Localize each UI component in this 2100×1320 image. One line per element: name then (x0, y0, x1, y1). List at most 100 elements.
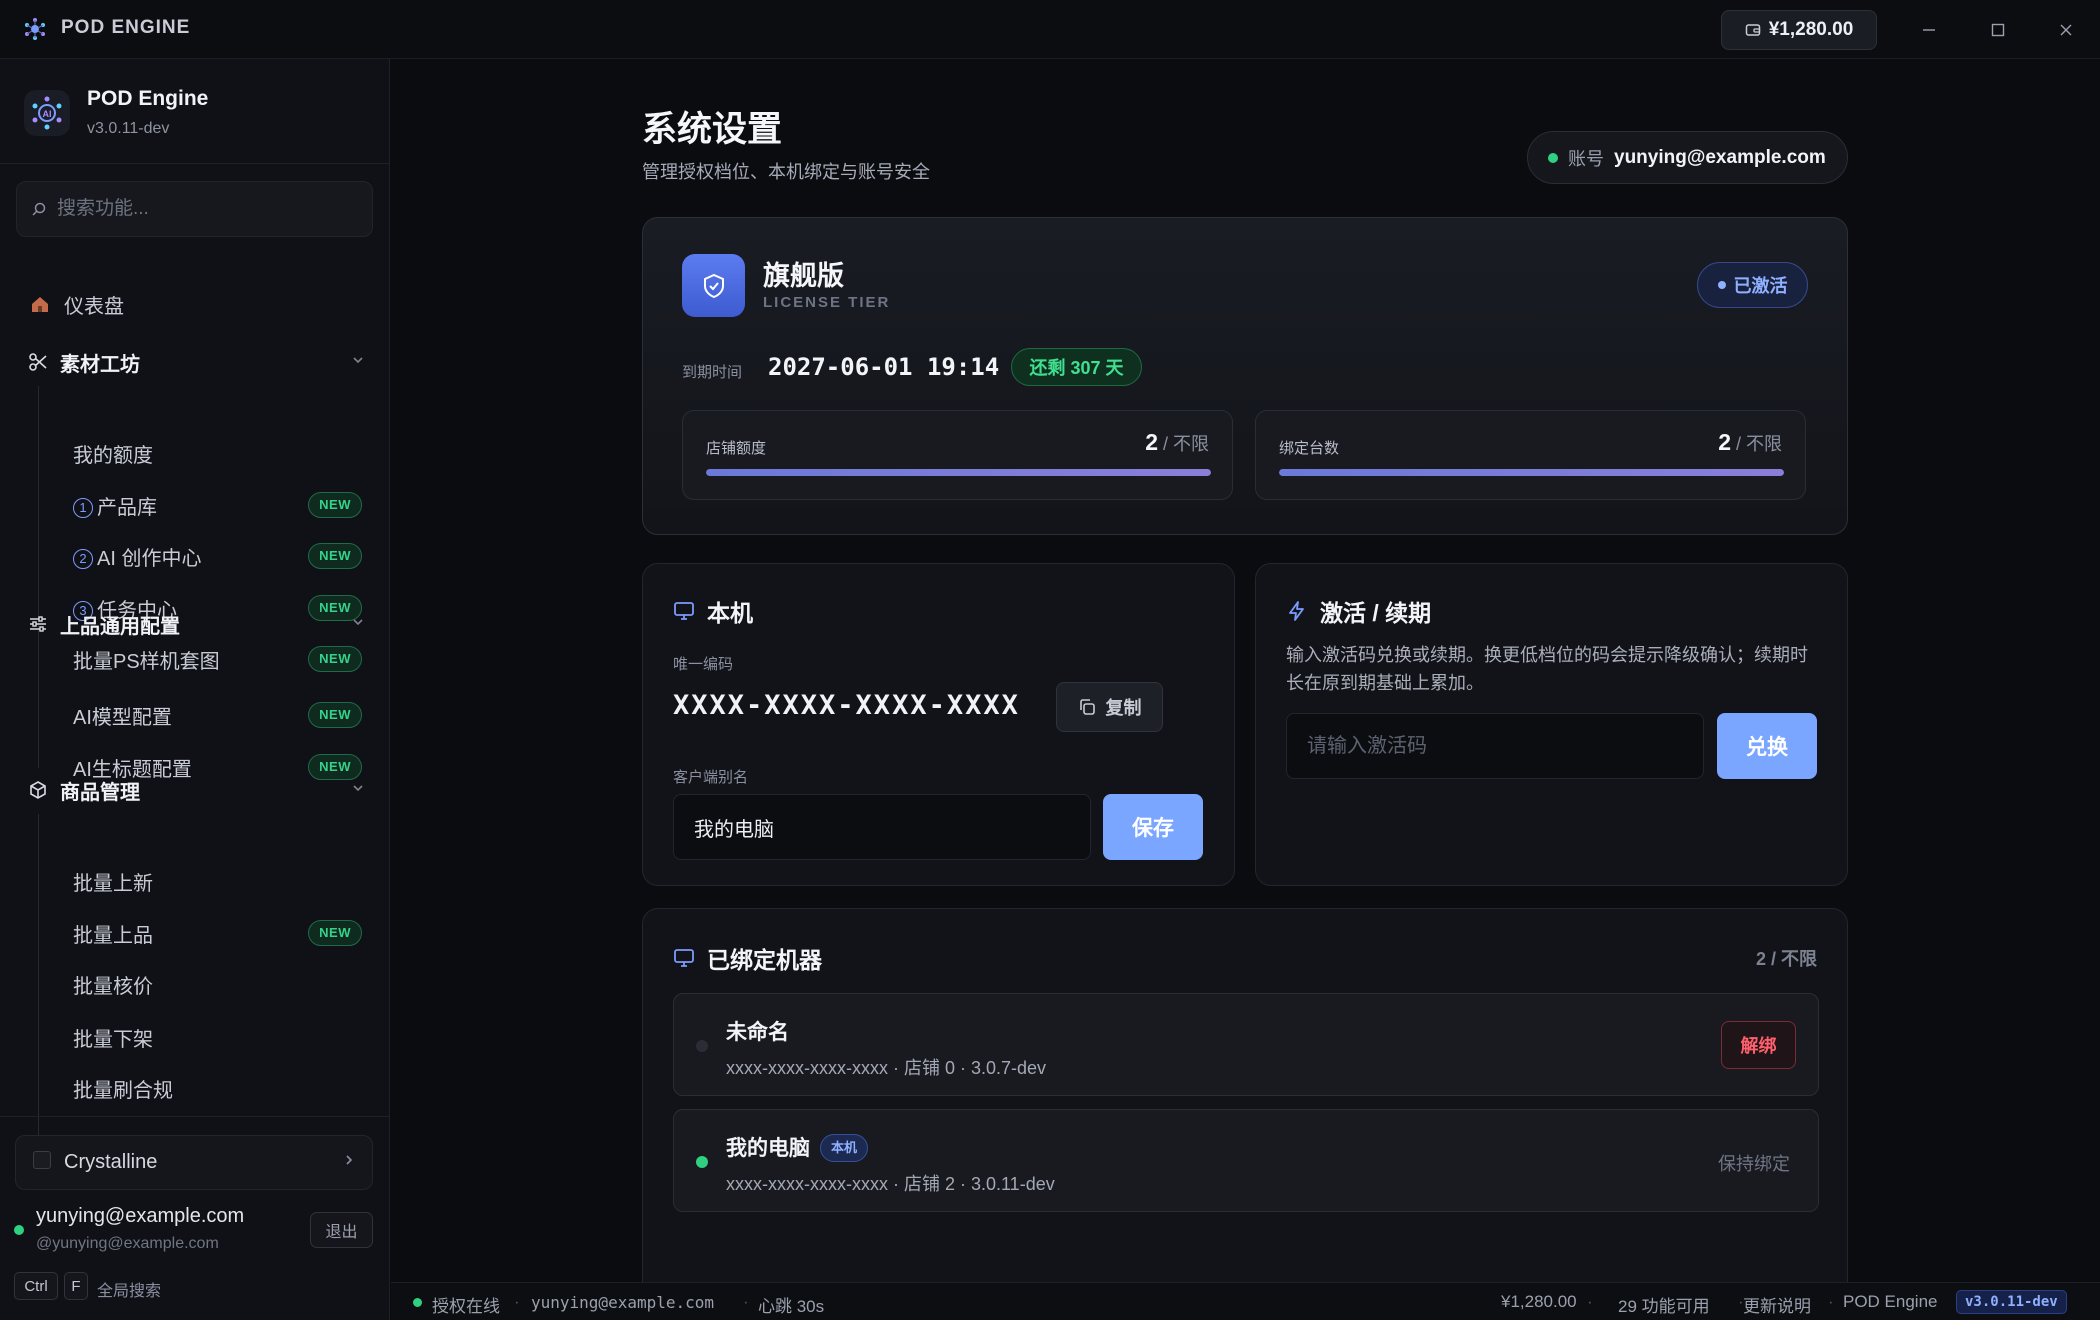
changelog-link[interactable]: 更新说明 (1743, 1292, 1811, 1317)
minimize-button[interactable] (1911, 12, 1947, 48)
tier-badge (682, 254, 745, 317)
quota-label: 店铺额度 (706, 440, 767, 457)
monitor-icon (674, 949, 694, 967)
scissors-icon (29, 353, 47, 371)
card-title: 激活 / 续期 (1320, 600, 1432, 626)
sidebar-item-label: 批量下架 (73, 1028, 153, 1051)
bound-count: 2 / 不限 (1755, 949, 1817, 969)
sidebar-item-label: 批量上新 (73, 872, 153, 895)
sidebar-brand: AI POD Engine v3.0.11-dev (0, 59, 390, 164)
sidebar-item-batch-compliance[interactable]: 批量刷合规 (0, 1066, 390, 1110)
activate-card: 激活 / 续期 输入激活码兑换或续期。换更低档位的码会提示降级确认；续期时长在原… (1255, 563, 1848, 886)
activate-description: 输入激活码兑换或续期。换更低档位的码会提示降级确认；续期时长在原到期基础上累加。 (1286, 645, 1808, 693)
search-input[interactable] (55, 197, 355, 221)
machine-code-label: 唯一编码 (673, 656, 734, 673)
balance-value: ¥1,280.00 (1768, 19, 1854, 40)
tier-subtitle: LICENSE TIER (763, 294, 891, 311)
bound-machines-card: 已绑定机器 2 / 不限 未命名 xxxx-xxxx-xxxx-xxxx · 店… (642, 908, 1848, 1291)
logout-button[interactable]: 退出 (310, 1212, 373, 1248)
online-status-dot (14, 1225, 24, 1235)
sidebar-group-label: 上品通用配置 (60, 615, 180, 638)
sidebar: AI POD Engine v3.0.11-dev 仪表盘 素材工坊 我的额度 … (0, 59, 390, 1320)
theme-name: Crystalline (64, 1151, 158, 1173)
sidebar-item-label: AI模型配置 (73, 706, 172, 729)
title-bar: POD ENGINE ¥1,280.00 (0, 0, 2100, 59)
machine-row: 未命名 xxxx-xxxx-xxxx-xxxx · 店铺 0 · 3.0.7-d… (673, 993, 1819, 1096)
account-pill: 账号 yunying@example.com (1527, 131, 1848, 184)
account-label: 账号 (1568, 148, 1604, 169)
sidebar-item-dashboard[interactable]: 仪表盘 (0, 282, 390, 326)
separator: · (743, 1292, 749, 1311)
sidebar-item-quota[interactable]: 我的额度 (0, 431, 390, 475)
sidebar-search[interactable] (16, 181, 373, 237)
sidebar-item-label: 批量刷合规 (73, 1079, 173, 1102)
copy-label: 复制 (1105, 698, 1142, 718)
status-app-name: POD Engine (1843, 1292, 1938, 1311)
account-value: yunying@example.com (1614, 146, 1826, 168)
sidebar-item-batch-listing[interactable]: 批量上品 NEW (0, 911, 390, 955)
offline-status-dot (696, 1040, 708, 1052)
sidebar-item-batch-delist[interactable]: 批量下架 (0, 1015, 390, 1059)
sidebar-item-batch-new[interactable]: 批量上新 (0, 859, 390, 903)
new-badge: NEW (308, 920, 362, 946)
separator: · (1828, 1292, 1834, 1311)
sidebar-group-general-config[interactable]: 上品通用配置 (0, 602, 390, 646)
sidebar-item-label: 我的额度 (73, 444, 153, 467)
lightning-icon (1289, 601, 1304, 621)
app-logo-icon (25, 18, 45, 40)
separator: · (1587, 1292, 1593, 1311)
theme-selector[interactable]: Crystalline (15, 1135, 373, 1190)
copy-button[interactable]: 复制 (1056, 682, 1163, 732)
brand-logo: AI (24, 90, 70, 136)
chevron-down-icon (353, 619, 363, 626)
sidebar-divider (0, 1116, 390, 1117)
card-title: 已绑定机器 (707, 947, 822, 973)
sidebar-group-product-management[interactable]: 商品管理 (0, 768, 390, 812)
sidebar-item-label: 批量核价 (73, 975, 153, 998)
user-handle: @yunying@example.com (36, 1235, 219, 1252)
heartbeat: 心跳 30s (758, 1297, 825, 1316)
quota-value: 2 / 不限 (1145, 429, 1209, 455)
online-status-dot (1548, 152, 1558, 163)
card-header: 本机 (673, 594, 753, 628)
new-badge: NEW (308, 543, 362, 569)
sidebar-group-assets[interactable]: 素材工坊 (0, 340, 390, 384)
sidebar-item-batch-pricing[interactable]: 批量核价 (0, 962, 390, 1006)
monitor-icon (674, 602, 694, 620)
activation-code-input[interactable] (1286, 713, 1704, 779)
sidebar-item-ai-studio[interactable]: 2 AI 创作中心 NEW (0, 534, 390, 578)
license-tier-card: 旗舰版 LICENSE TIER 已激活 到期时间 2027-06-01 19:… (642, 217, 1848, 535)
save-button[interactable]: 保存 (1103, 794, 1203, 860)
search-icon (32, 202, 46, 216)
unbind-button[interactable]: 解绑 (1721, 1021, 1796, 1069)
sidebar-item-product-library[interactable]: 1 产品库 NEW (0, 483, 390, 527)
balance-button[interactable]: ¥1,280.00 (1721, 10, 1877, 50)
card-title: 本机 (707, 600, 753, 626)
brain-network-icon: AI (32, 96, 62, 130)
remaining-days-badge: 还剩 307 天 (1011, 348, 1142, 386)
chevron-down-icon (353, 357, 363, 364)
sliders-icon (30, 616, 46, 632)
this-machine-card: 本机 唯一编码 XXXX-XXXX-XXXX-XXXX 复制 客户端别名 保存 (642, 563, 1235, 886)
version-badge: v3.0.11-dev (1956, 1290, 2067, 1314)
user-email: yunying@example.com (36, 1205, 245, 1227)
alias-input[interactable] (673, 794, 1091, 860)
sidebar-item-ai-model-config[interactable]: AI模型配置 NEW (0, 693, 390, 737)
main-content: 系统设置 管理授权档位、本机绑定与账号安全 账号 yunying@example… (391, 59, 2100, 1291)
maximize-button[interactable] (1980, 12, 2016, 48)
step-number: 2 (73, 548, 93, 569)
feature-count: 29 功能可用 (1618, 1297, 1710, 1316)
redeem-button[interactable]: 兑换 (1717, 713, 1817, 779)
maximize-icon (1991, 23, 2005, 37)
sidebar-item-label: 仪表盘 (64, 295, 124, 318)
status-bar: 授权在线 · yunying@example.com · 心跳 30s ¥1,2… (391, 1282, 2100, 1320)
status-balance: ¥1,280.00 (1501, 1292, 1577, 1311)
machine-name: 我的电脑 本机 (726, 1132, 869, 1162)
status-email: yunying@example.com (531, 1293, 715, 1312)
card-header: 激活 / 续期 (1286, 594, 1431, 628)
new-badge: NEW (308, 702, 362, 728)
sidebar-group-label: 素材工坊 (60, 353, 140, 376)
kbd-hint: 全局搜索 (97, 1283, 162, 1300)
close-icon (2060, 24, 2072, 36)
close-button[interactable] (2048, 12, 2084, 48)
